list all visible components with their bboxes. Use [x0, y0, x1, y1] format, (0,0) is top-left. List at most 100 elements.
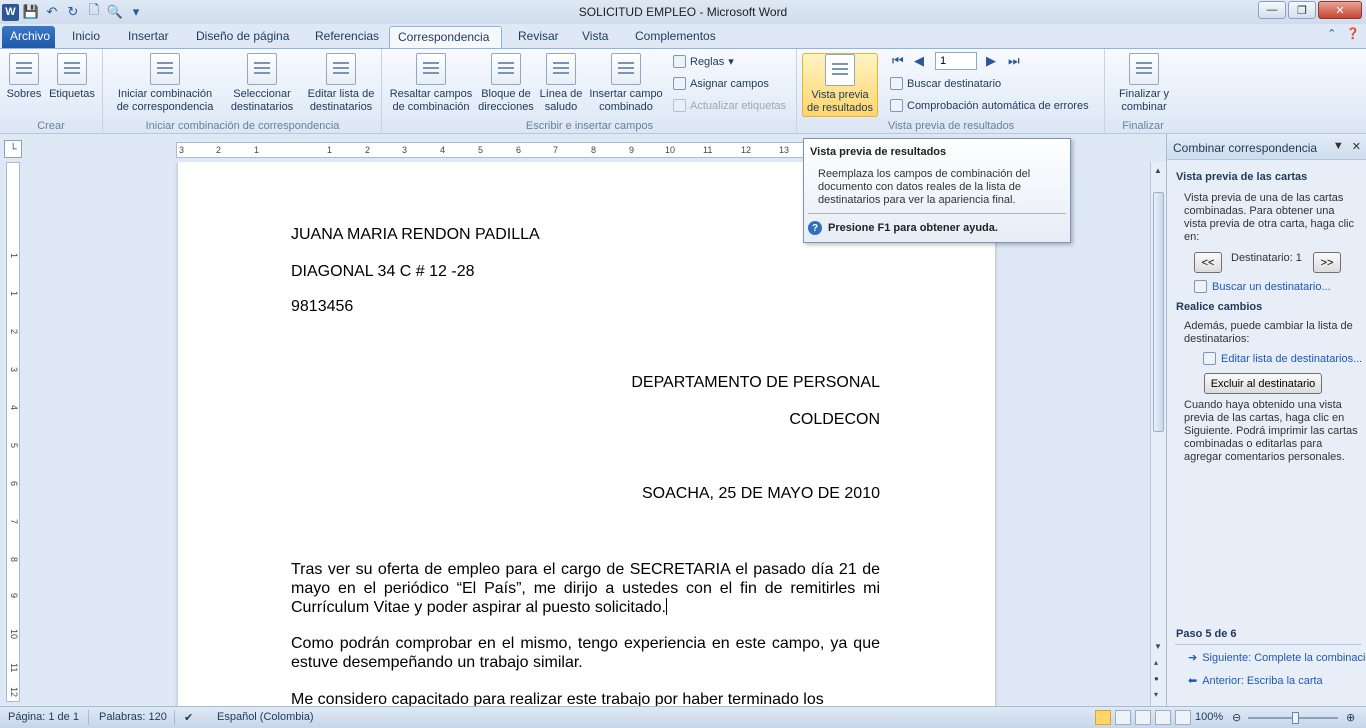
- scroll-up-icon[interactable]: ▲: [1154, 166, 1162, 175]
- pane-divider: [1175, 644, 1361, 645]
- group-escribir-insertar: Resaltar campos de combinación Bloque de…: [383, 49, 797, 134]
- comprobacion-errores-button[interactable]: Comprobación automática de errores: [890, 99, 1089, 112]
- insertar-campo-button[interactable]: Insertar campo combinado: [587, 53, 665, 114]
- zoom-in-icon[interactable]: ⊕: [1346, 711, 1355, 724]
- recipient-department: DEPARTAMENTO DE PERSONAL: [631, 374, 880, 391]
- group-label-crear: Crear: [37, 120, 65, 132]
- rules-icon: [673, 55, 686, 68]
- word-count[interactable]: Palabras: 120: [99, 711, 167, 723]
- help-icon[interactable]: ❓: [1346, 27, 1360, 40]
- document-page[interactable]: JUANA MARIA RENDON PADILLA DIAGONAL 34 C…: [178, 162, 995, 706]
- highlight-fields-icon: [416, 53, 446, 85]
- select-browse-object-icon[interactable]: ●: [1154, 674, 1159, 683]
- title-bar: W 💾 ↶ ↻ 🗋 🔍 ▾ SOLICITUD EMPLEO - Microso…: [0, 0, 1366, 24]
- ruler-tick: 9: [629, 145, 635, 155]
- ruler-tick: 4: [440, 145, 446, 155]
- reglas-button[interactable]: Reglas ▾: [673, 55, 734, 68]
- buscar-destinatario-button[interactable]: Buscar destinatario: [890, 77, 1001, 90]
- zoom-out-icon[interactable]: ⊖: [1232, 711, 1241, 724]
- edit-recipient-list-link[interactable]: Editar lista de destinatarios...: [1203, 352, 1362, 365]
- first-record-icon[interactable]: ⏮: [892, 53, 904, 69]
- next-record-icon[interactable]: ▶: [986, 53, 996, 69]
- sobres-button[interactable]: Sobres: [6, 53, 42, 101]
- next-page-icon[interactable]: ▾: [1154, 690, 1158, 699]
- asignar-campos-button[interactable]: Asignar campos: [673, 77, 769, 90]
- restore-button[interactable]: ❐: [1288, 1, 1316, 19]
- ruler-tick: 5: [478, 145, 484, 155]
- ruler-tick: 5: [9, 443, 19, 449]
- group-label-escribir: Escribir e insertar campos: [525, 120, 654, 132]
- vertical-scrollbar[interactable]: ▲ ▼ ▴ ● ▾: [1150, 162, 1166, 706]
- ribbon: Sobres Etiquetas Crear Iniciar combinaci…: [0, 48, 1366, 134]
- minimize-ribbon-icon[interactable]: ⌃: [1327, 27, 1336, 40]
- tab-insertar[interactable]: Insertar: [120, 26, 177, 48]
- previous-page-icon[interactable]: ▴: [1154, 658, 1158, 667]
- help-question-icon: ?: [808, 221, 822, 235]
- next-step-link[interactable]: ➔ Siguiente: Complete la combinación: [1188, 651, 1366, 665]
- etiquetas-button[interactable]: Etiquetas: [46, 53, 98, 101]
- bloque-direcciones-button[interactable]: Bloque de direcciones: [477, 53, 535, 114]
- window-title: SOLICITUD EMPLEO - Microsoft Word: [578, 5, 788, 19]
- print-layout-view-icon[interactable]: [1095, 710, 1111, 725]
- ribbon-tabs: Archivo Inicio Insertar Diseño de página…: [0, 24, 1366, 48]
- sender-address: DIAGONAL 34 C # 12 -28: [291, 263, 475, 280]
- exclude-recipient-button[interactable]: Excluir al destinatario: [1204, 373, 1322, 394]
- edit-list-icon: [1203, 352, 1216, 365]
- seleccionar-destinatarios-button[interactable]: Seleccionar destinatarios: [224, 53, 300, 114]
- draft-view-icon[interactable]: [1175, 710, 1191, 725]
- record-number-input[interactable]: 1: [935, 52, 977, 70]
- update-labels-icon: [673, 99, 686, 112]
- linea-saludo-button[interactable]: Línea de saludo: [537, 53, 585, 114]
- tab-referencias[interactable]: Referencias: [307, 26, 387, 48]
- tab-selector[interactable]: └: [4, 140, 22, 158]
- language[interactable]: Español (Colombia): [217, 711, 314, 723]
- next-recipient-button[interactable]: >>: [1313, 252, 1341, 273]
- vista-previa-resultados-button[interactable]: Vista previa de resultados: [802, 53, 878, 117]
- ruler-tick: 3: [9, 367, 19, 373]
- tab-archivo[interactable]: Archivo: [2, 26, 55, 48]
- scroll-thumb[interactable]: [1153, 192, 1164, 432]
- sender-phone: 9813456: [291, 298, 354, 315]
- resaltar-campos-button[interactable]: Resaltar campos de combinación: [387, 53, 475, 114]
- last-record-icon[interactable]: ⏭: [1008, 53, 1020, 69]
- pane-menu-icon[interactable]: ▼: [1333, 140, 1344, 153]
- arrow-right-icon: ➔: [1188, 652, 1198, 664]
- ruler-tick: 3: [179, 145, 185, 155]
- full-screen-reading-icon[interactable]: [1115, 710, 1131, 725]
- tab-correspondencia[interactable]: Correspondencia: [389, 26, 502, 48]
- find-recipient-link[interactable]: Buscar un destinatario...: [1194, 280, 1331, 293]
- tab-revisar[interactable]: Revisar: [510, 26, 567, 48]
- mail-merge-pane: Combinar correspondencia ▼ ✕ Vista previ…: [1166, 134, 1366, 706]
- group-crear: Sobres Etiquetas Crear: [0, 49, 103, 134]
- tab-diseno-de-pagina[interactable]: Diseño de página: [188, 26, 297, 48]
- ruler-tick: 3: [402, 145, 408, 155]
- iniciar-combinacion-button[interactable]: Iniciar combinación de correspondencia: [110, 53, 220, 114]
- zoom-level[interactable]: 100%: [1195, 711, 1223, 723]
- web-layout-icon[interactable]: [1135, 710, 1151, 725]
- section-changes-text: Además, puede cambiar la lista de destin…: [1184, 320, 1353, 345]
- document-area: JUANA MARIA RENDON PADILLA DIAGONAL 34 C…: [24, 162, 1150, 706]
- finalizar-combinar-button[interactable]: Finalizar y combinar: [1112, 53, 1176, 114]
- close-button[interactable]: ✕: [1318, 1, 1362, 19]
- tab-inicio[interactable]: Inicio: [64, 26, 108, 48]
- ruler-tick: 8: [591, 145, 597, 155]
- previous-record-icon[interactable]: ◀: [914, 53, 924, 69]
- proofing-icon[interactable]: ✔: [184, 711, 193, 724]
- ruler-tick: 2: [365, 145, 371, 155]
- minimize-button[interactable]: —: [1258, 1, 1286, 19]
- previous-step-link[interactable]: ⬅ Anterior: Escriba la carta: [1188, 674, 1323, 688]
- vertical-ruler[interactable]: 1 1 2 3 4 5 6 7 8 9 10 11 12: [6, 162, 20, 702]
- tab-vista[interactable]: Vista: [574, 26, 616, 48]
- zoom-slider-knob[interactable]: [1292, 712, 1299, 724]
- ruler-tick: 11: [9, 663, 19, 673]
- outline-view-icon[interactable]: [1155, 710, 1171, 725]
- tab-complementos[interactable]: Complementos: [627, 26, 724, 48]
- zoom-slider[interactable]: [1248, 712, 1338, 724]
- previous-recipient-button[interactable]: <<: [1194, 252, 1222, 273]
- page-count[interactable]: Página: 1 de 1: [8, 711, 79, 723]
- actualizar-etiquetas-button[interactable]: Actualizar etiquetas: [673, 99, 786, 112]
- scroll-down-icon[interactable]: ▼: [1154, 642, 1162, 651]
- editar-lista-button[interactable]: Editar lista de destinatarios: [304, 53, 378, 114]
- pane-close-icon[interactable]: ✕: [1352, 140, 1361, 153]
- ruler-tick: 7: [553, 145, 559, 155]
